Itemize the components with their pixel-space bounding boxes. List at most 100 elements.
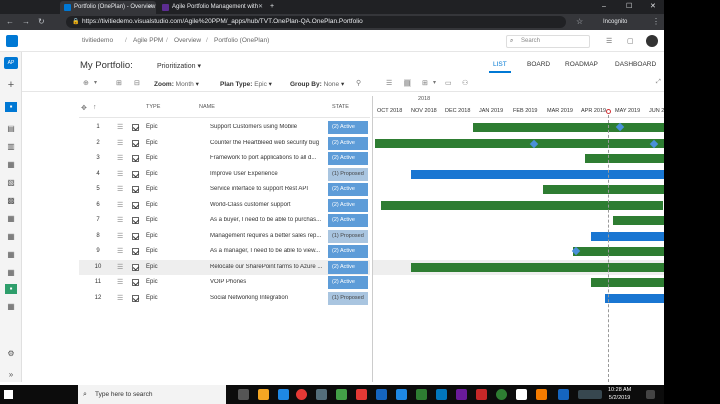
settings-gear-icon[interactable]: ⚙ [5, 349, 17, 359]
row-checkbox[interactable] [132, 232, 139, 240]
row-menu-icon[interactable]: ☰ [117, 170, 123, 178]
chrome-icon[interactable] [296, 389, 307, 400]
list-icon[interactable]: ☰ [606, 37, 612, 45]
row-name[interactable]: Improve User Experience [210, 171, 324, 177]
row-name[interactable]: Support Customers using Mobile [210, 124, 324, 130]
reload-icon[interactable]: ↻ [38, 16, 45, 28]
plan-type-dropdown[interactable]: Plan Type: Epic ▾ [220, 80, 272, 88]
taskbar-search[interactable]: ⌕ Type here to search [78, 385, 226, 404]
repos-icon[interactable]: ▥ [5, 142, 17, 152]
list-view-icon[interactable]: ☰ [386, 79, 392, 87]
extension-icon[interactable]: ▦ [5, 214, 17, 224]
gantt-bar[interactable] [591, 278, 664, 287]
bag-icon[interactable]: ▢ [627, 37, 634, 45]
overview-icon[interactable]: ▪ [5, 102, 17, 112]
row-name[interactable]: Counter the Heartbleed web security bug [210, 140, 324, 146]
breadcrumb-project[interactable]: Agile PPM [133, 37, 163, 44]
indent-icon[interactable]: ⊞ [116, 79, 122, 87]
state-badge[interactable]: (1) Proposed [328, 291, 368, 305]
app-icon[interactable] [536, 389, 547, 400]
word-icon[interactable] [436, 389, 447, 400]
minimize-icon[interactable]: – [602, 0, 606, 13]
state-badge[interactable]: (2) Active [328, 276, 368, 289]
notifications-icon[interactable] [646, 390, 655, 399]
row-menu-icon[interactable]: ☰ [117, 294, 123, 302]
state-badge[interactable]: (2) Active [328, 260, 368, 274]
state-badge[interactable]: (2) Active [328, 198, 368, 212]
row-checkbox[interactable] [132, 186, 139, 193]
gantt-bar[interactable] [411, 262, 664, 272]
menu-icon[interactable]: ⋮ [652, 16, 660, 28]
breadcrumb-org[interactable]: tivitiedemo [82, 37, 113, 44]
table-row[interactable]: 10 ☰ Epic Relocate our SharePoint farms to … [79, 259, 370, 275]
azure-devops-logo-icon[interactable] [6, 35, 18, 47]
network-icon[interactable]: ⚇ [462, 79, 468, 87]
chevron-down-icon[interactable]: ▾ [94, 79, 97, 86]
gantt-bar[interactable] [381, 200, 663, 210]
row-checkbox[interactable] [132, 279, 139, 286]
row-name[interactable]: As a manager, I need to be able to view.… [210, 248, 324, 254]
project-badge[interactable]: AP [4, 57, 18, 69]
row-checkbox[interactable] [132, 170, 139, 178]
gantt-view-icon[interactable]: ▤ [404, 79, 411, 87]
breadcrumb-portfolio[interactable]: Portfolio (OnePlan) [214, 37, 269, 44]
app-icon[interactable] [396, 389, 407, 400]
row-menu-icon[interactable]: ☰ [117, 216, 123, 224]
tab-dashboard[interactable]: DASHBOARD [615, 61, 656, 68]
taskbar-clock[interactable]: 10:28 AM 5/2/2019 [608, 387, 631, 402]
green-extension-icon[interactable]: ▪ [5, 284, 17, 294]
zoom-dropdown[interactable]: Zoom: Month ▾ [154, 80, 199, 88]
boards-icon[interactable]: ▤ [5, 124, 17, 134]
row-menu-icon[interactable]: ☰ [117, 123, 123, 131]
gantt-bar[interactable] [375, 138, 664, 148]
row-name[interactable]: Relocate our SharePoint farms to Azure .… [210, 264, 324, 270]
bookmark-star-icon[interactable]: ☆ [576, 16, 583, 28]
search-box[interactable]: ⌕ Search [506, 35, 590, 48]
row-menu-icon[interactable]: ☰ [117, 232, 123, 240]
edge-icon[interactable] [278, 389, 289, 400]
chevron-down-icon[interactable]: ▾ [433, 79, 436, 86]
state-badge[interactable]: (2) Active [328, 245, 368, 258]
table-row[interactable]: 6 ☰ Epic World-Class customer support (2) Ac… [79, 198, 370, 214]
row-name[interactable]: Service interface to support Rest API [210, 186, 324, 192]
tab-list[interactable]: LIST [489, 61, 511, 73]
row-name[interactable]: VOIP Phones [210, 279, 324, 285]
close-tab-icon[interactable]: ✕ [258, 1, 263, 14]
gantt-bar[interactable] [473, 123, 664, 132]
windows-start-icon[interactable] [4, 390, 13, 399]
app-icon[interactable] [336, 389, 347, 400]
spotify-icon[interactable] [496, 389, 507, 400]
state-badge[interactable]: (2) Active [328, 121, 368, 134]
outlook-icon[interactable] [376, 389, 387, 400]
file-explorer-icon[interactable] [258, 389, 269, 400]
column-header-state[interactable]: STATE [332, 104, 349, 110]
table-row[interactable]: 9 ☰ Epic As a manager, I need to be able to… [79, 244, 370, 260]
table-row[interactable]: 1 ☰ Epic Support Customers using Mobile (2) … [79, 120, 370, 136]
artifacts-icon[interactable]: ▩ [5, 196, 17, 206]
gantt-bar[interactable] [573, 247, 664, 256]
state-badge[interactable]: (2) Active [328, 183, 368, 196]
row-menu-icon[interactable]: ☰ [117, 278, 123, 286]
browser-tab-portfolio[interactable]: Portfolio (OnePlan) - Overview ✕ [60, 1, 156, 14]
row-menu-icon[interactable]: ☰ [117, 154, 123, 162]
gantt-bar[interactable] [543, 185, 664, 194]
gantt-bar[interactable] [411, 169, 664, 179]
test-plans-icon[interactable]: ▧ [5, 178, 17, 188]
table-row[interactable]: 12 ☰ Epic Social Networking Integration (1) … [79, 291, 370, 307]
group-by-dropdown[interactable]: Group By: None ▾ [290, 80, 344, 88]
gantt-bar[interactable] [613, 216, 664, 225]
outdent-icon[interactable]: ⊟ [134, 79, 140, 87]
app-icon[interactable] [476, 389, 487, 400]
browser-tab-agile[interactable]: Agile Portfolio Management with ✕ [158, 1, 266, 14]
window-close-icon[interactable]: ✕ [650, 0, 656, 13]
table-row[interactable]: 8 ☰ Epic Management requires a better sales… [79, 229, 370, 245]
app-icon[interactable] [516, 389, 527, 400]
row-menu-icon[interactable]: ☰ [117, 263, 123, 271]
breadcrumb-overview[interactable]: Overview [174, 37, 201, 44]
row-checkbox[interactable] [132, 139, 139, 147]
row-menu-icon[interactable]: ☰ [117, 185, 123, 193]
row-checkbox[interactable] [132, 217, 139, 224]
state-badge[interactable]: (1) Proposed [328, 229, 368, 243]
new-tab-icon[interactable]: + [270, 0, 274, 13]
filter-icon[interactable]: ⚲ [356, 79, 361, 87]
